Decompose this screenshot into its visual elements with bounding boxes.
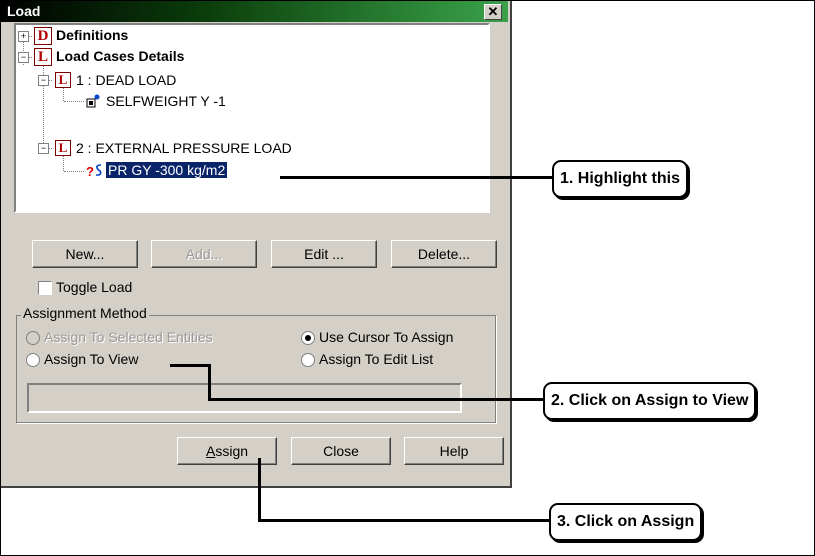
assign-to-view-radio[interactable] xyxy=(26,353,40,367)
question-icon: ? xyxy=(86,164,94,179)
collapse-icon[interactable]: − xyxy=(38,75,49,86)
use-cursor-radio[interactable] xyxy=(301,331,315,345)
assign-to-edit-list-radio[interactable] xyxy=(301,353,315,367)
tree-connector xyxy=(43,57,44,149)
assign-to-view-label: Assign To View xyxy=(44,351,139,367)
use-cursor-label: Use Cursor To Assign xyxy=(319,329,454,345)
selfweight-icon xyxy=(86,94,100,108)
tree-connector xyxy=(63,87,64,101)
dialog-title: Load xyxy=(7,3,41,19)
assign-to-edit-list-label: Assign To Edit List xyxy=(319,351,434,367)
close-button[interactable]: Close xyxy=(291,437,391,465)
tree-item-case-2[interactable]: 2 : EXTERNAL PRESSURE LOAD xyxy=(76,140,292,159)
definitions-icon: D xyxy=(34,27,52,45)
pressure-load-icon: ? xyxy=(86,163,104,179)
toggle-load-checkbox[interactable] xyxy=(38,281,52,295)
tree-connector xyxy=(64,171,84,172)
assignment-method-legend: Assignment Method xyxy=(21,305,149,321)
tree-item-pressure-load[interactable]: PR GY -300 kg/m2 xyxy=(104,161,229,179)
help-button[interactable]: Help xyxy=(404,437,504,465)
title-bar: Load ✕ xyxy=(1,1,508,22)
tree-item-load-cases[interactable]: Load Cases Details xyxy=(56,48,184,67)
tree-connector xyxy=(64,101,84,102)
toggle-load-label: Toggle Load xyxy=(56,279,133,295)
callout-2-line xyxy=(208,398,544,401)
callout-step-3: 3. Click on Assign xyxy=(549,503,703,541)
callout-3-line xyxy=(258,519,550,522)
callout-step-1: 1. Highlight this xyxy=(552,160,688,198)
close-icon[interactable]: ✕ xyxy=(484,4,502,20)
tree-item-case-1[interactable]: 1 : DEAD LOAD xyxy=(76,72,176,91)
tree-item-selfweight[interactable]: SELFWEIGHT Y -1 xyxy=(106,93,226,112)
load-case-icon: L xyxy=(55,140,71,156)
new-button[interactable]: New... xyxy=(32,240,138,268)
callout-1-line xyxy=(280,176,553,179)
assign-selected-entities-radio[interactable] xyxy=(26,331,40,345)
callout-step-2: 2. Click on Assign to View xyxy=(543,382,757,420)
callout-2-line xyxy=(170,364,210,367)
assign-selected-entities-label: Assign To Selected Entities xyxy=(44,329,213,345)
expand-icon[interactable]: + xyxy=(18,31,29,42)
load-case-icon: L xyxy=(55,72,71,88)
load-cases-icon: L xyxy=(34,48,52,66)
load-dialog: Load ✕ + D Definitions − L Load Cases De… xyxy=(1,1,512,488)
edit-button[interactable]: Edit ... xyxy=(271,240,377,268)
collapse-icon[interactable]: − xyxy=(18,52,29,63)
assign-button[interactable]: Assign xyxy=(177,437,277,465)
delete-button[interactable]: Delete... xyxy=(391,240,497,268)
collapse-icon[interactable]: − xyxy=(38,143,49,154)
callout-3-line xyxy=(258,458,261,521)
load-tree-view[interactable]: + D Definitions − L Load Cases Details −… xyxy=(14,23,490,213)
tree-connector xyxy=(63,155,64,171)
add-button[interactable]: Add... xyxy=(151,240,257,268)
tree-item-definitions[interactable]: Definitions xyxy=(56,27,128,46)
callout-2-line xyxy=(208,364,211,400)
